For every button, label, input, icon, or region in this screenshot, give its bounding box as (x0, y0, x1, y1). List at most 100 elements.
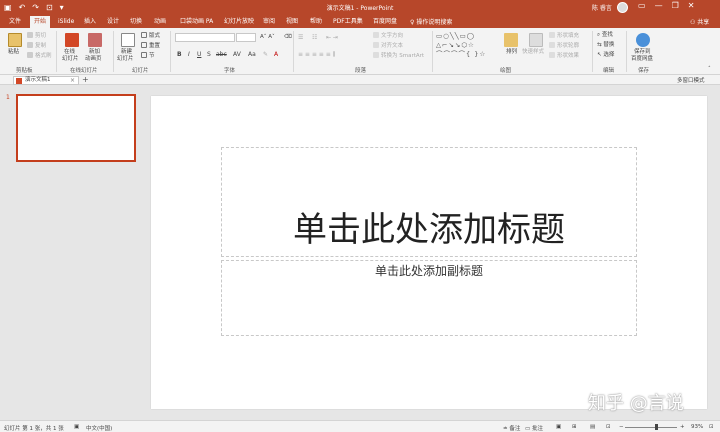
tab-home[interactable]: 开始 (30, 16, 51, 28)
zoom-slider-thumb[interactable] (655, 424, 658, 430)
underline-icon[interactable]: U (197, 51, 201, 58)
tab-islide[interactable]: iSlide (58, 17, 74, 26)
slide-canvas[interactable]: 单击此处添加标题 单击此处添加副标题 (151, 96, 707, 409)
font-size-select[interactable] (236, 33, 256, 42)
new-animation-page-icon[interactable] (88, 33, 102, 47)
copy-button[interactable]: 复制 (27, 42, 46, 50)
shadow-icon[interactable]: S (207, 51, 211, 58)
save-to-baidu-button[interactable]: 保存到 (634, 49, 651, 56)
text-direction-button[interactable]: 文字方向 (373, 32, 403, 40)
title-placeholder-text: 单击此处添加标题 (293, 210, 565, 250)
group-divider (293, 31, 294, 72)
new-animation-page-button[interactable]: 新加 (89, 49, 100, 56)
title-placeholder[interactable]: 单击此处添加标题 (221, 147, 637, 257)
format-painter-button[interactable]: 格式刷 (27, 52, 52, 60)
indent-icon[interactable]: ⇤ ⇥ (326, 34, 338, 41)
multi-window-button[interactable]: 多窗口模式 (677, 76, 705, 84)
font-color-icon[interactable]: A (274, 51, 278, 58)
tab-baidu-netdisk[interactable]: 百度网盘 (373, 17, 397, 26)
paste-icon[interactable] (8, 33, 22, 47)
collapse-ribbon-icon[interactable]: ˄ (708, 66, 711, 73)
clear-format-icon[interactable]: ⌫ (284, 34, 292, 41)
zoom-out-icon[interactable]: − (619, 424, 624, 430)
arrange-button[interactable]: 排列 (506, 49, 517, 56)
new-tab-icon[interactable]: + (82, 75, 89, 84)
tab-help[interactable]: 帮助 (310, 17, 322, 26)
document-tab[interactable]: 演示文稿1 × (13, 76, 79, 85)
close-icon[interactable]: ✕ (688, 1, 695, 10)
font-name-select[interactable] (175, 33, 235, 42)
align-icons[interactable]: ≡ ≡ ≡ ≡ ≡ ⫼ (298, 51, 335, 59)
shape-fill-button[interactable]: 形状填充 (549, 32, 579, 40)
find-button[interactable]: ⌕ 查找 (597, 32, 613, 39)
tab-slideshow[interactable]: 幻灯片放映 (224, 17, 254, 26)
slide-thumbnail[interactable] (16, 94, 136, 162)
cut-button[interactable]: 剪切 (27, 32, 46, 40)
user-name[interactable]: 陈 睿言 (592, 3, 612, 12)
layout-button[interactable]: 版式 (141, 32, 160, 40)
replace-button[interactable]: ⇆ 替换 (597, 42, 614, 49)
scissors-icon (27, 32, 33, 38)
bold-icon[interactable]: B (177, 51, 182, 58)
bullets-icon[interactable]: ☰ (298, 34, 303, 41)
shapes-gallery[interactable]: ▭○╲╲▭◯ △⌐↘↘⬡☆ ⌒⌒⌒⌒{ }☆ (436, 32, 500, 62)
zoom-slider-track[interactable] (625, 427, 677, 428)
paste-button[interactable]: 粘贴 (8, 49, 19, 56)
ribbon-display-icon[interactable]: ▭ (638, 1, 646, 10)
zoom-level[interactable]: 93% (691, 424, 703, 430)
subtitle-placeholder[interactable]: 单击此处添加副标题 (221, 260, 637, 336)
new-slide-icon[interactable] (121, 33, 135, 47)
tab-insert[interactable]: 插入 (84, 17, 96, 26)
italic-icon[interactable]: I (188, 51, 190, 58)
restore-icon[interactable]: ❐ (672, 1, 679, 10)
group-divider (432, 31, 433, 72)
reading-view-icon[interactable]: ▤ (590, 424, 595, 430)
tab-view[interactable]: 视图 (286, 17, 298, 26)
fit-to-window-icon[interactable]: ⊡ (709, 424, 714, 430)
watermark: 知乎 @言说 (588, 393, 684, 414)
reset-button[interactable]: 重置 (141, 42, 160, 50)
language-status[interactable]: 中文(中国) (86, 424, 112, 432)
tab-transitions[interactable]: 切换 (130, 17, 142, 26)
tab-review[interactable]: 审阅 (263, 17, 275, 26)
char-spacing-icon[interactable]: AV (233, 51, 241, 58)
comments-button[interactable]: ▭ 批注 (525, 424, 543, 432)
quick-styles-button[interactable]: 快速样式 (522, 49, 544, 56)
tab-pocket-animation[interactable]: 口袋动画 PA (180, 17, 213, 26)
slide-sorter-icon[interactable]: ⊞ (572, 424, 577, 430)
new-slide-button[interactable]: 新建 (121, 49, 132, 56)
numbering-icon[interactable]: ☷ (312, 34, 317, 41)
minimize-icon[interactable]: — (655, 1, 663, 10)
section-button[interactable]: 节 (141, 52, 155, 60)
smartart-button[interactable]: 转换为 SmartArt (373, 52, 424, 60)
tab-pdf-tools[interactable]: PDF工具集 (333, 17, 363, 26)
normal-view-icon[interactable]: ▣ (556, 424, 561, 430)
baidu-netdisk-icon[interactable] (636, 33, 650, 47)
shape-outline-button[interactable]: 形状轮廓 (549, 42, 579, 50)
spellcheck-icon[interactable]: ▣ (74, 424, 79, 430)
tab-file[interactable]: 文件 (9, 17, 21, 26)
fill-icon (549, 32, 555, 38)
status-bar: 幻灯片 第 1 张，共 1 张 ▣ 中文(中国) ≐ 备注 ▭ 批注 ▣ ⊞ ▤… (0, 420, 720, 432)
notes-button[interactable]: ≐ 备注 (503, 424, 520, 432)
tab-design[interactable]: 设计 (107, 17, 119, 26)
close-tab-icon[interactable]: × (70, 77, 75, 84)
strikethrough-icon[interactable]: abc (216, 51, 227, 58)
document-tab-label: 演示文稿1 (25, 77, 51, 83)
select-button[interactable]: ↖ 选择 (597, 52, 614, 59)
avatar[interactable] (617, 2, 628, 13)
tab-animations[interactable]: 动画 (154, 17, 166, 26)
align-text-button[interactable]: 对齐文本 (373, 42, 403, 50)
slideshow-view-icon[interactable]: ⊡ (606, 424, 611, 430)
shape-effects-button[interactable]: 形状效果 (549, 52, 579, 60)
quick-styles-icon[interactable] (529, 33, 543, 47)
highlight-icon[interactable]: ✎ (263, 51, 268, 58)
increase-font-icon[interactable]: A˄ A˅ (260, 34, 275, 41)
online-slides-button[interactable]: 在线 (64, 49, 75, 56)
arrange-icon[interactable] (504, 33, 518, 47)
zoom-in-icon[interactable]: + (680, 424, 685, 430)
tell-me-search[interactable]: ♀ 操作说明搜索 (410, 17, 452, 26)
online-slides-icon[interactable] (65, 33, 79, 47)
share-button[interactable]: ⚇ 共享 (690, 17, 709, 26)
change-case-icon[interactable]: Aa (248, 51, 256, 58)
